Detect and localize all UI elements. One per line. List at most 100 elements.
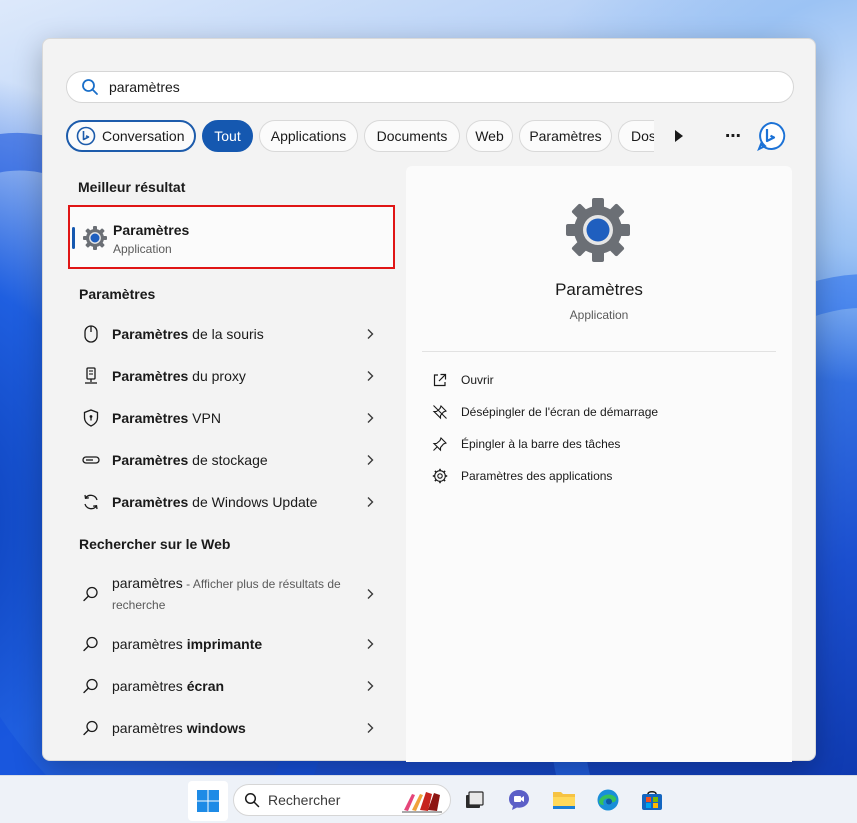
filter-documents-label: Documents (376, 128, 448, 144)
action-app-settings[interactable]: Paramètres des applications (432, 464, 612, 488)
best-match-result[interactable]: Paramètres Application (68, 205, 395, 269)
web-result-screen[interactable]: paramètres écran (66, 665, 386, 707)
start-search-panel: Conversation Tout Applications Documents… (42, 38, 816, 762)
web-result-more[interactable]: paramètres - Afficher plus de résultats … (66, 569, 386, 619)
task-view-button[interactable] (458, 784, 490, 816)
teams-chat-button[interactable] (503, 784, 535, 816)
filter-documents-truncated[interactable]: Dos (618, 120, 654, 152)
preview-pane: Paramètres Application Ouvrir Désépingle… (406, 166, 792, 762)
result-rest-text: de stockage (188, 452, 268, 468)
web-hint-separator: - (182, 577, 193, 591)
best-match-name: Paramètres (113, 222, 190, 238)
result-bold-text: Paramètres (112, 410, 189, 426)
settings-gear-icon (83, 226, 107, 250)
file-explorer-icon (553, 792, 575, 809)
mouse-icon (84, 325, 98, 343)
web-query-normal: paramètres (112, 678, 187, 694)
settings-gear-icon (566, 198, 630, 262)
chevron-right-icon (367, 413, 374, 423)
result-mouse-settings[interactable]: Paramètres de la souris (66, 313, 386, 355)
play-arrow-icon (675, 130, 683, 142)
web-query-text: paramètres (112, 575, 183, 591)
result-bold-text: Paramètres (112, 368, 189, 384)
shield-icon (83, 409, 99, 427)
chevron-right-icon (367, 639, 374, 649)
result-windows-update-settings[interactable]: Paramètres de Windows Update (66, 481, 386, 523)
store-button[interactable] (636, 784, 668, 816)
search-icon (83, 636, 98, 652)
taskbar-search-box[interactable]: Rechercher (233, 784, 451, 816)
search-icon (244, 792, 260, 808)
edge-button[interactable] (592, 784, 624, 816)
result-proxy-settings[interactable]: Paramètres du proxy (66, 355, 386, 397)
action-unpin-start[interactable]: Désépingler de l'écran de démarrage (432, 400, 658, 424)
proxy-icon (85, 367, 97, 384)
result-vpn-settings[interactable]: Paramètres VPN (66, 397, 386, 439)
preview-subtitle: Application (569, 308, 629, 322)
result-storage-settings[interactable]: Paramètres de stockage (66, 439, 386, 481)
windows-start-icon (197, 790, 219, 812)
filter-applications[interactable]: Applications (259, 120, 358, 152)
result-rest-text: du proxy (188, 368, 246, 384)
search-icon (83, 720, 98, 736)
chevron-right-icon (367, 589, 374, 599)
search-input[interactable] (109, 79, 709, 95)
result-bold-text: Paramètres (112, 452, 189, 468)
result-rest-text: VPN (188, 410, 221, 426)
file-explorer-button[interactable] (548, 784, 580, 816)
taskbar-search-label: Rechercher (268, 792, 341, 808)
filter-bar: Conversation Tout Applications Documents… (66, 120, 796, 152)
open-external-icon (433, 373, 447, 387)
filter-settings-label: Paramètres (529, 128, 602, 144)
search-highlight-icon (402, 792, 442, 813)
search-box[interactable] (66, 71, 794, 103)
search-icon (83, 586, 98, 602)
filter-web-label: Web (475, 128, 504, 144)
filter-web[interactable]: Web (466, 120, 513, 152)
preview-divider (422, 351, 776, 352)
action-label: Paramètres des applications (461, 469, 613, 483)
action-open[interactable]: Ouvrir (432, 368, 494, 392)
result-rest-text: de la souris (188, 326, 264, 342)
settings-section-heading: Paramètres (79, 286, 156, 302)
filter-applications-label: Applications (270, 128, 347, 144)
filter-documents[interactable]: Documents (364, 120, 460, 152)
filter-settings[interactable]: Paramètres (519, 120, 612, 152)
action-label: Désépingler de l'écran de démarrage (461, 405, 659, 419)
web-query-bold: windows (186, 720, 246, 736)
more-options-button[interactable]: ⋯ (718, 120, 748, 152)
result-bold-text: Paramètres (112, 494, 189, 510)
preview-title: Paramètres (555, 280, 643, 299)
web-query-bold: écran (186, 678, 225, 694)
web-query-normal: paramètres (112, 720, 187, 736)
web-result-windows[interactable]: paramètres windows (66, 707, 386, 749)
selection-indicator (72, 227, 75, 249)
more-options-label: ⋯ (725, 128, 741, 145)
store-icon (642, 791, 662, 810)
chevron-right-icon (367, 371, 374, 381)
best-match-heading: Meilleur résultat (78, 179, 186, 195)
best-match-type: Application (113, 242, 172, 256)
web-query-normal: paramètres (112, 636, 187, 652)
edge-icon (597, 789, 619, 811)
unpin-icon (432, 405, 447, 420)
filter-all-label: Tout (214, 128, 241, 144)
scroll-filters-button[interactable] (669, 120, 689, 152)
bing-chat-button[interactable] (754, 120, 788, 152)
action-label: Ouvrir (461, 373, 494, 387)
pin-icon (432, 437, 447, 452)
chevron-right-icon (367, 497, 374, 507)
filter-all[interactable]: Tout (202, 120, 253, 152)
result-rest-text: de Windows Update (188, 494, 318, 510)
bing-logo-icon (757, 121, 786, 151)
conversation-chip[interactable]: Conversation (66, 120, 196, 152)
result-bold-text: Paramètres (112, 326, 189, 342)
refresh-icon (84, 494, 98, 510)
web-result-printer[interactable]: paramètres imprimante (66, 623, 386, 665)
web-query-bold: imprimante (186, 636, 263, 652)
conversation-chip-label: Conversation (102, 128, 185, 144)
action-pin-taskbar[interactable]: Épingler à la barre des tâches (432, 432, 620, 456)
start-button[interactable] (188, 781, 228, 821)
taskbar: Rechercher (0, 775, 857, 823)
task-view-icon (466, 791, 484, 808)
